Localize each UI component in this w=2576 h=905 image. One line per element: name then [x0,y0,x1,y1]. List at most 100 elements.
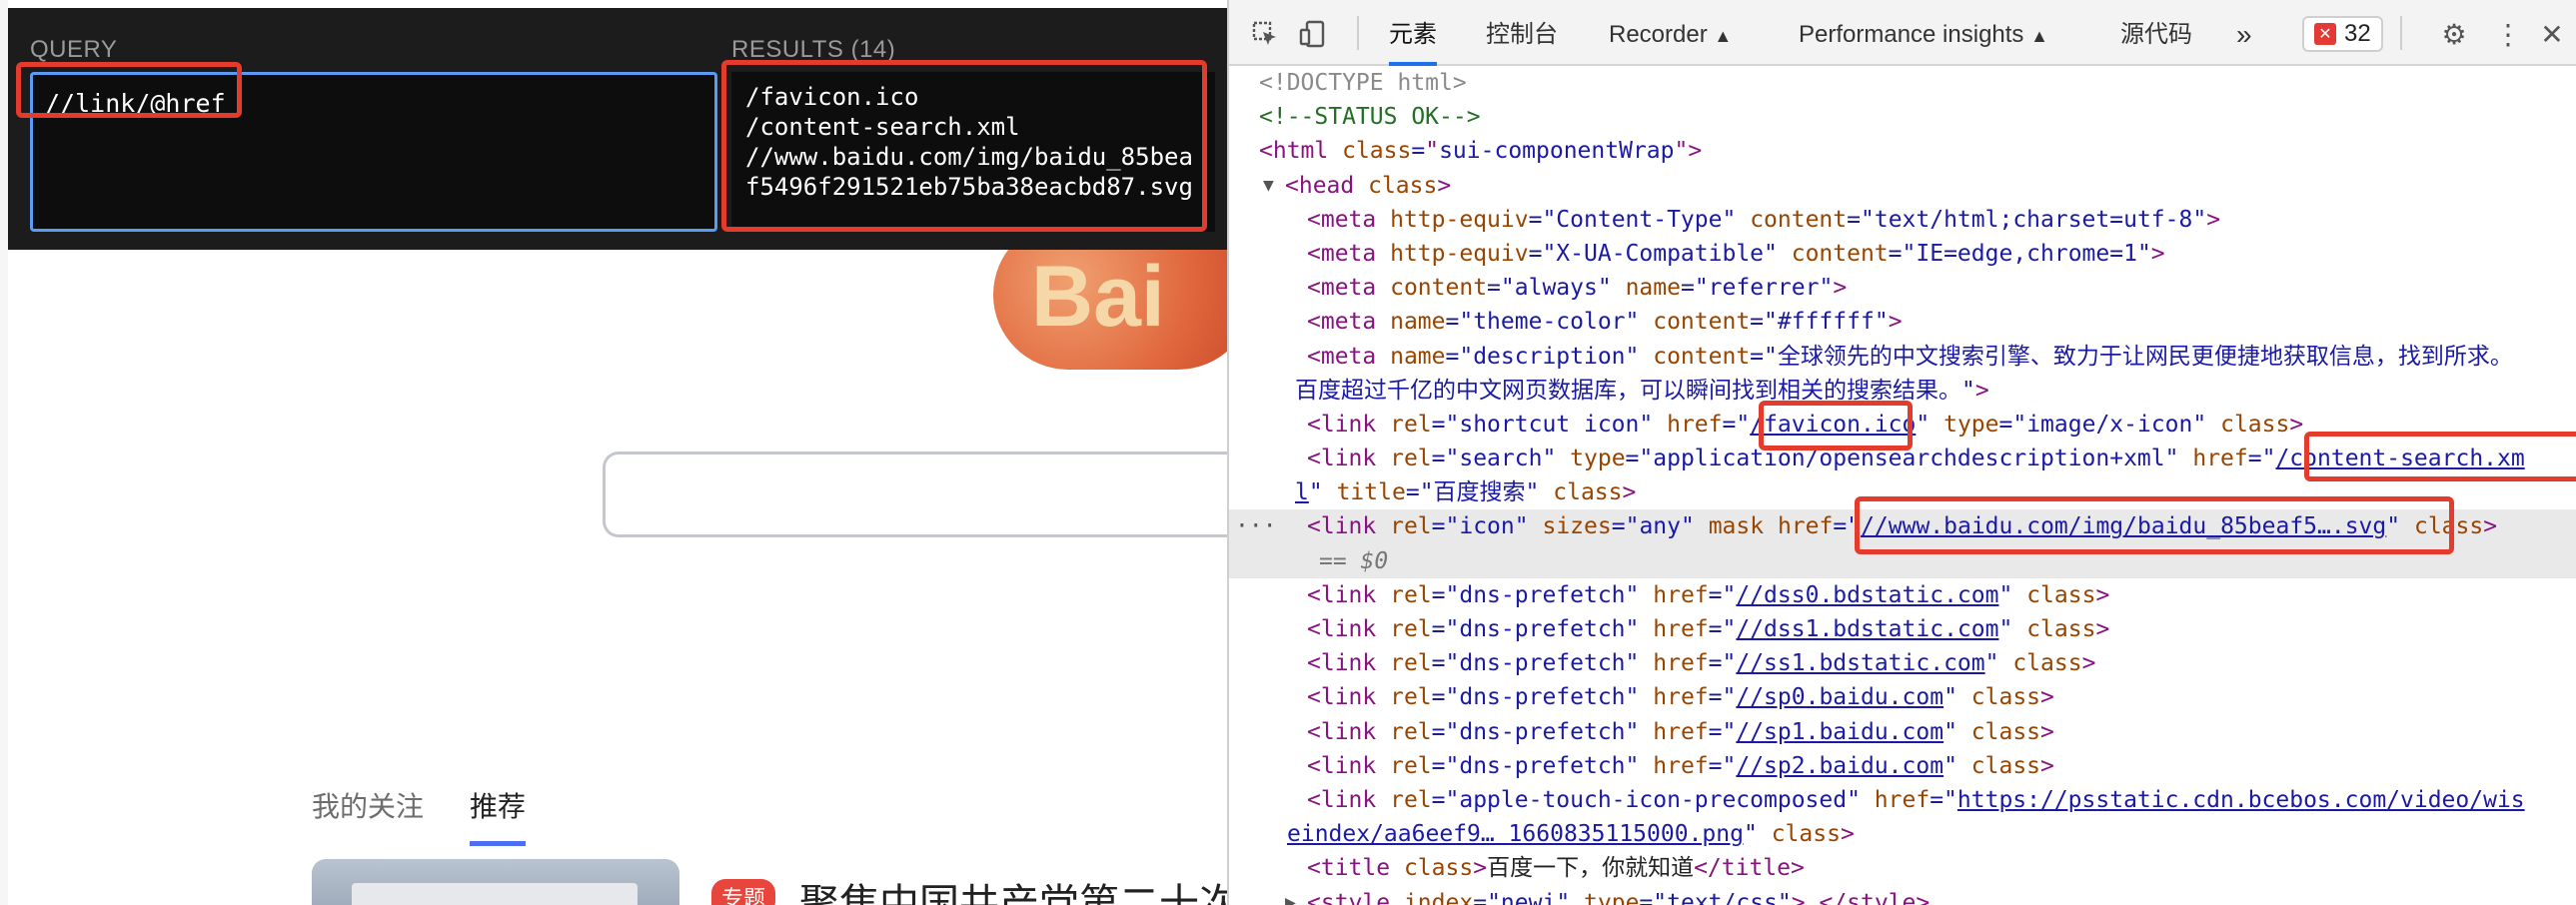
flask-icon: ▲ [2030,26,2048,46]
feed-headline[interactable]: 聚焦中国共产党第二十次 [799,871,1227,905]
devtools-panel: 元素 控制台 Recorder ▲ Performance insights ▲… [1227,0,2576,905]
search-href-link[interactable]: /content-search.xm [2275,446,2524,471]
baidu-logo-text: Bai [1031,249,1165,345]
dom-line-link-favicon[interactable]: <link rel="shortcut icon" href="/favicon… [1229,408,2576,442]
query-label: QUERY [30,36,118,63]
results-label: RESULTS (14) [731,36,896,63]
dom-line-apple-icon[interactable]: <link rel="apple-touch-icon-precomposed"… [1229,783,2576,817]
settings-gear-icon[interactable]: ⚙ [2438,18,2470,50]
expand-triangle-icon[interactable]: ▶ [1285,886,1296,905]
tab-performance-insights[interactable]: Performance insights ▲ [1799,0,2048,66]
dom-line-meta-description[interactable]: <meta name="description" content="全球领先的中… [1229,340,2576,374]
dom-line-apple-icon-cont[interactable]: eindex/aa6eef9… 1660835115000.png" class… [1229,817,2576,851]
dom-line-dns-prefetch[interactable]: <link rel="dns-prefetch" href="//sp0.bai… [1229,680,2576,714]
meta-ua-value: IE=edge,chrome=1 [1916,240,2137,267]
prefetch-href-link[interactable]: //sp1.baidu.com [1736,719,1943,745]
ellipsis-icon[interactable]: ··· [1235,509,1277,543]
prefetch-href-link[interactable]: //sp0.baidu.com [1736,684,1943,710]
xpath-results-output[interactable]: /favicon.ico /content-search.xml //www.b… [731,72,1215,232]
dom-line-dns-prefetch[interactable]: <link rel="dns-prefetch" href="//sp1.bai… [1229,715,2576,749]
error-count-badge[interactable]: ✕ 32 [2302,16,2383,52]
tab-recorder-label: Recorder [1609,21,1708,48]
meta-referrer-value: always [1514,275,1598,302]
dom-line-html[interactable]: <html class="sui-componentWrap"> [1229,134,2576,168]
favicon-type-value: image/x-icon [2026,411,2193,438]
close-icon[interactable]: ✕ [2536,18,2568,50]
tab-performance-label: Performance insights [1799,21,2024,48]
tab-my-follow[interactable]: 我的关注 [312,785,424,846]
doctype-text: <!DOCTYPE html> [1259,70,1467,96]
xpath-helper-panel: QUERY RESULTS (14) //link/@href /favicon… [8,8,1227,250]
search-title-value: 百度搜索 [1433,479,1526,506]
meta-content-type-value: text/html;charset=utf-8 [1874,206,2193,233]
search-href-link-cont[interactable]: l [1295,479,1309,505]
tab-recommend[interactable]: 推荐 [470,785,527,846]
dom-line-link-icon-selected[interactable]: ··· <link rel="icon" sizes="any" mask hre… [1229,509,2576,544]
dom-line-link-search[interactable]: <link rel="search" type="application/ope… [1229,442,2576,475]
xpath-query-input[interactable]: //link/@href [30,72,717,232]
collapse-triangle-icon[interactable]: ▼ [1263,169,1274,203]
dom-line-selected-marker: == $0 [1229,543,2576,578]
meta-description-text: 全球领先的中文搜索引擎、致力于让网民更便捷地获取信息，找到所求。 [1777,343,2513,370]
dom-line-head[interactable]: ▼ <head class> [1229,169,2576,203]
more-options-icon[interactable]: ⋮ [2492,18,2524,50]
dom-line-meta[interactable]: <meta http-equiv="X-UA-Compatible" conte… [1229,237,2576,271]
more-tabs-button[interactable]: » [2236,0,2252,66]
toolbar-divider [2400,16,2402,50]
elements-dom-tree: <!DOCTYPE html> <!--STATUS OK--> <html c… [1229,66,2576,905]
search-type-value: application/opensearchdescription+xml [1653,446,2165,472]
style-index-value: newi [1500,889,1557,905]
html-class-value: sui-componentWrap [1439,138,1675,165]
search-input[interactable] [603,452,1227,537]
prefetch-href-link[interactable]: //dss1.bdstatic.com [1736,616,1998,642]
page-viewport: 地图 贴吧 视频 图片 网盘 更多 Bai 我的关注 推荐 专题 聚焦中国共产党… [0,0,1227,905]
tab-recorder[interactable]: Recorder ▲ [1609,0,1732,66]
feed-card-image[interactable] [312,859,679,905]
prefetch-href-link[interactable]: //ss1.bdstatic.com [1736,650,1984,676]
dom-line-style[interactable]: ▶ <style index="newi" type="text/css">…</… [1229,886,2576,905]
feed-tabs: 我的关注 推荐 [312,785,527,846]
dom-line-dns-prefetch[interactable]: <link rel="dns-prefetch" href="//dss1.bd… [1229,612,2576,646]
result-line: /content-search.xml [745,113,1020,141]
dom-line-meta[interactable]: <meta http-equiv="Content-Type" content=… [1229,203,2576,237]
comment-text: <!--STATUS OK--> [1259,104,1481,131]
apple-icon-href-link-cont[interactable]: eindex/aa6eef9… 1660835115000.png [1287,821,1744,847]
device-toolbar-icon[interactable] [1297,18,1329,50]
selected-marker: == $0 [1319,547,1389,574]
favicon-href-link[interactable]: /favicon.ico [1750,412,1916,438]
result-line: //www.baidu.com/img/baidu_85beaf5496f291… [745,143,1193,201]
card-image-detail [352,883,638,905]
feed-topic-badge: 专题 [711,879,776,905]
title-text: 百度一下，你就知道 [1487,855,1695,882]
meta-description-text-cont: 百度超过千亿的中文网页数据库，可以瞬间找到相关的搜索结果。 [1295,377,1961,404]
tab-console[interactable]: 控制台 [1486,0,1558,66]
flask-icon: ▲ [1714,26,1733,46]
dom-line-doctype[interactable]: <!DOCTYPE html> [1229,66,2576,100]
dom-line-comment[interactable]: <!--STATUS OK--> [1229,100,2576,134]
dom-line-meta-description-cont[interactable]: 百度超过千亿的中文网页数据库，可以瞬间找到相关的搜索结果。"> [1229,374,2576,408]
dom-line-dns-prefetch[interactable]: <link rel="dns-prefetch" href="//sp2.bai… [1229,749,2576,783]
error-count: 32 [2344,20,2371,47]
dom-line-dns-prefetch[interactable]: <link rel="dns-prefetch" href="//ss1.bds… [1229,646,2576,680]
result-line: /favicon.ico [745,83,919,111]
devtools-toolbar: 元素 控制台 Recorder ▲ Performance insights ▲… [1229,0,2576,66]
error-icon: ✕ [2314,23,2336,45]
tab-sources[interactable]: 源代码 [2120,0,2192,66]
inspect-element-icon[interactable] [1249,18,1281,50]
prefetch-href-link[interactable]: //sp2.baidu.com [1736,753,1943,779]
apple-icon-href-link[interactable]: https://psstatic.cdn.bcebos.com/video/wi… [1957,787,2525,813]
dom-line-meta[interactable]: <meta content="always" name="referrer"> [1229,271,2576,305]
dom-line-dns-prefetch[interactable]: <link rel="dns-prefetch" href="//dss0.bd… [1229,578,2576,612]
tab-elements[interactable]: 元素 [1389,0,1437,66]
toolbar-divider [1357,16,1359,50]
meta-theme-color-value: #ffffff [1777,309,1875,336]
icon-sizes-value: any [1639,513,1681,540]
prefetch-href-link[interactable]: //dss0.bdstatic.com [1736,582,1998,608]
icon-href-link[interactable]: //www.baidu.com/img/baidu_85beaf5….svg [1861,513,2386,539]
xpath-query-text: //link/@href [45,89,226,118]
dom-line-link-search-cont[interactable]: l" title="百度搜索" class> [1229,475,2576,509]
dom-line-title[interactable]: <title class>百度一下，你就知道</title> [1229,851,2576,885]
dom-line-meta[interactable]: <meta name="theme-color" content="#fffff… [1229,305,2576,339]
style-type-value: text/css [1667,889,1778,905]
viewport-edge [0,0,8,905]
